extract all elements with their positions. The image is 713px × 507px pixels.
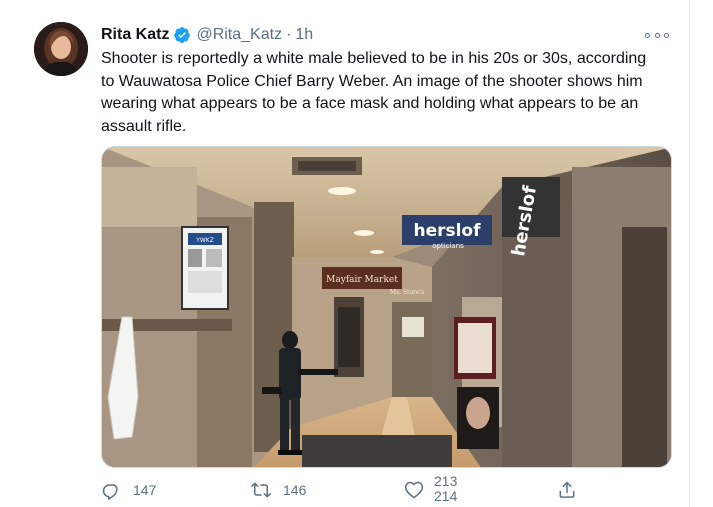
tweet-text: Shooter is reportedly a white male belie… <box>101 50 647 135</box>
kiosk-sign: YWKZ <box>195 237 214 244</box>
verified-badge-icon <box>173 26 191 44</box>
like-button[interactable]: 213 214 <box>404 476 457 504</box>
store-sign: Ms. Store's <box>390 289 424 296</box>
reply-count: 147 <box>133 482 157 498</box>
tweet-image[interactable]: herslof opticians herslof Mayfair Market… <box>101 146 672 468</box>
tweet-actions: 147 146 213 214 <box>101 476 671 507</box>
retweet-count: 146 <box>283 482 307 498</box>
tweet-timestamp[interactable]: 1h <box>295 26 313 44</box>
author-handle[interactable]: @Rita_Katz <box>196 26 282 44</box>
retweet-icon <box>251 482 271 498</box>
separator-dot: · <box>286 26 292 43</box>
heart-icon <box>404 481 424 499</box>
more-options-icon[interactable] <box>645 26 669 44</box>
mayfair-market-sign: Mayfair Market <box>326 275 398 285</box>
tweet-header: Rita Katz @Rita_Katz · 1h <box>101 24 677 46</box>
retweet-button[interactable]: 146 <box>251 476 306 504</box>
author-name[interactable]: Rita Katz <box>101 26 169 44</box>
herslof-sign-small: herslof <box>413 221 481 241</box>
opticians-sign: opticians <box>432 242 464 250</box>
avatar[interactable] <box>34 22 88 76</box>
reply-button[interactable]: 147 <box>101 476 156 504</box>
reply-icon <box>102 484 118 500</box>
like-count-new: 214 <box>434 488 458 504</box>
share-icon <box>559 481 575 498</box>
share-button[interactable] <box>557 476 577 504</box>
tweet-card[interactable]: Rita Katz @Rita_Katz · 1h Shooter is rep… <box>0 0 690 507</box>
